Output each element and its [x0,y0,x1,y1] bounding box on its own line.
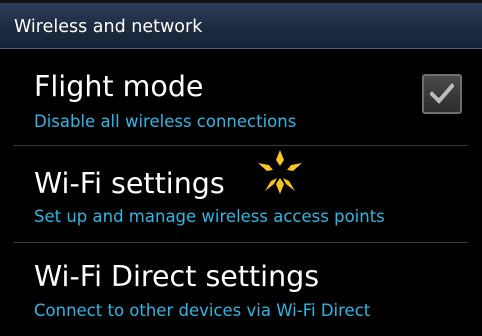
check-icon [430,83,454,104]
flight-mode-checkbox[interactable] [422,74,462,114]
settings-screen: Wireless and network Flight mode Disable… [0,0,482,336]
flight-mode-summary: Disable all wireless connections [34,112,297,131]
wifi-direct-settings-summary: Connect to other devices via Wi-Fi Direc… [34,301,371,320]
flight-mode-title: Flight mode [34,70,204,103]
section-header: Wireless and network [0,0,482,49]
wifi-direct-settings-title: Wi-Fi Direct settings [34,260,320,293]
flight-mode-item[interactable]: Flight mode Disable all wireless connect… [0,49,482,145]
tap-indicator-icon [258,150,302,194]
section-header-title: Wireless and network [14,17,203,37]
wifi-direct-settings-item[interactable]: Wi-Fi Direct settings Connect to other d… [0,243,482,336]
wifi-settings-item[interactable]: Wi-Fi settings Set up and manage wireles… [0,146,482,242]
wifi-settings-summary: Set up and manage wireless access points [34,207,385,226]
wifi-settings-title: Wi-Fi settings [34,167,225,200]
